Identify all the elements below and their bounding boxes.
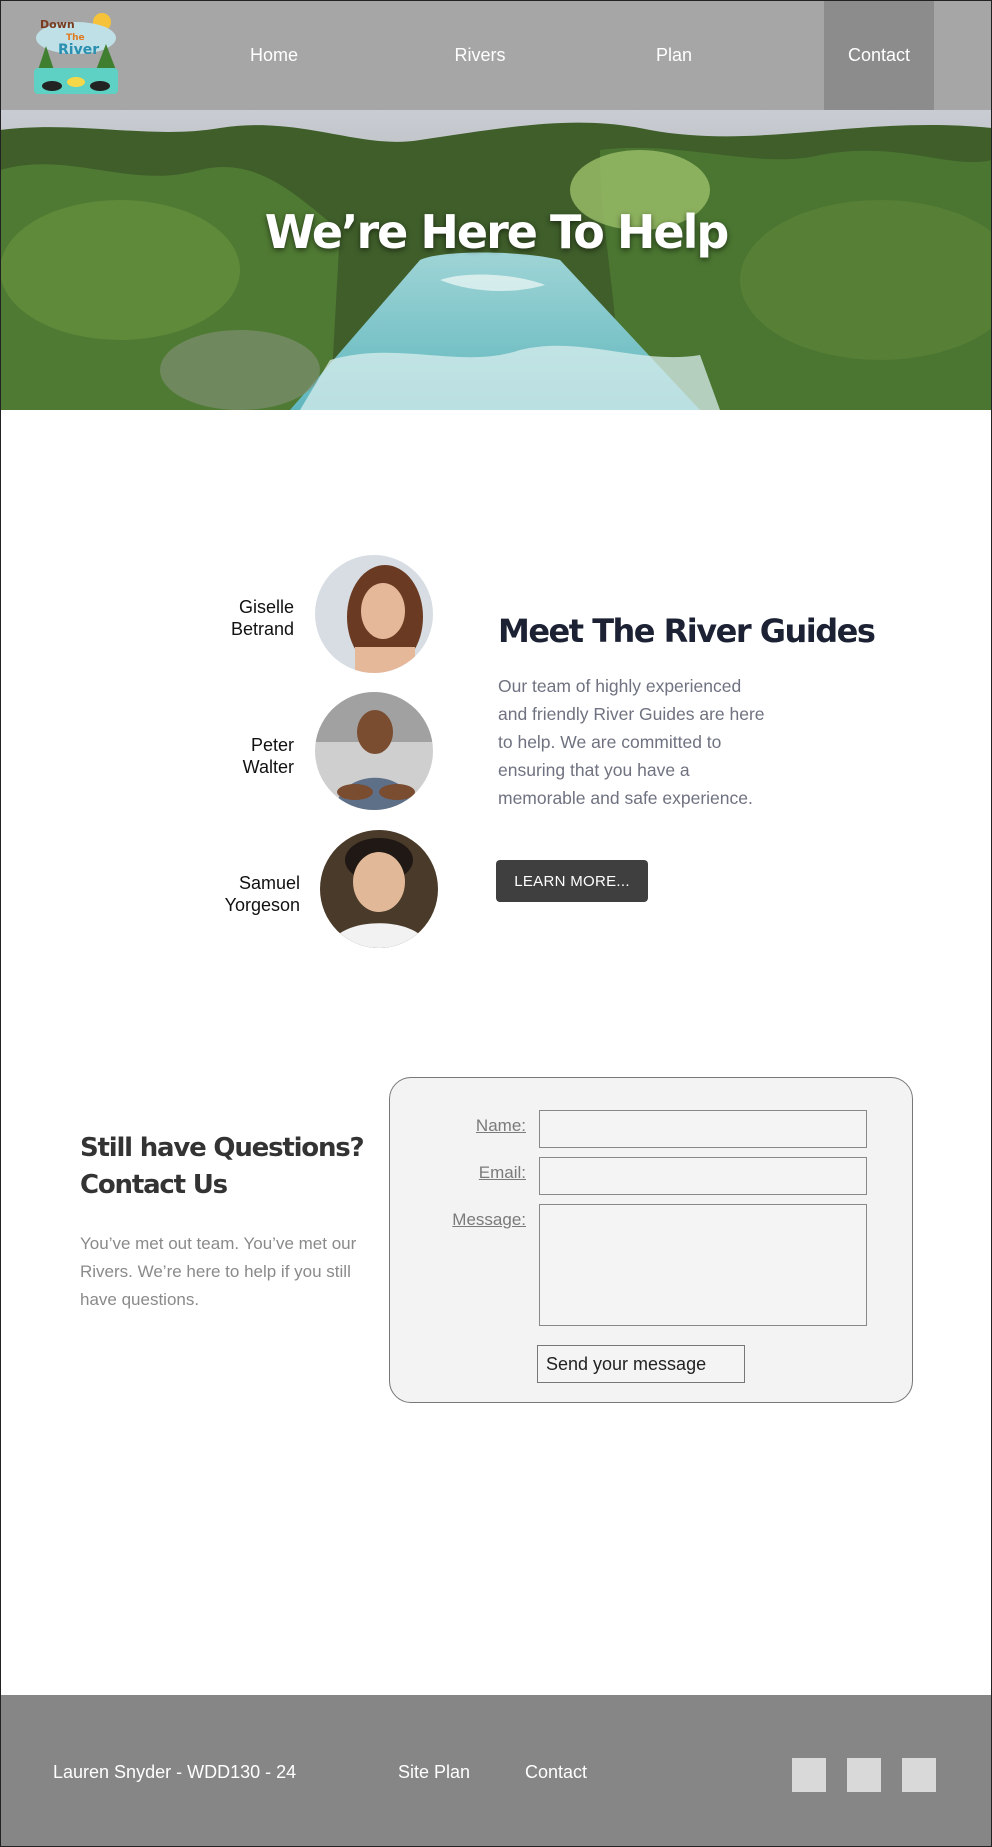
social-icon-1[interactable] xyxy=(792,1758,826,1792)
footer-link-site-plan[interactable]: Site Plan xyxy=(398,1762,470,1783)
logo-image: Down The River xyxy=(34,13,118,94)
guide-name-peter: Peter Walter xyxy=(160,734,294,778)
footer-link-contact[interactable]: Contact xyxy=(525,1762,587,1783)
contact-description: You’ve met out team. You’ve met our Rive… xyxy=(80,1234,357,1309)
avatar-giselle xyxy=(315,555,433,673)
guide-first-name: Peter xyxy=(250,735,294,755)
contact-title-line1: Still have Questions? xyxy=(80,1133,365,1163)
guide-last-name: Walter xyxy=(242,757,294,777)
avatar-peter xyxy=(315,692,433,810)
hero-title: We’re Here To Help xyxy=(264,205,730,259)
social-icon-3[interactable] xyxy=(902,1758,936,1792)
guide-last-name: Betrand xyxy=(230,619,294,639)
site-logo[interactable]: Down The River xyxy=(30,8,122,98)
svg-text:Down: Down xyxy=(40,18,75,31)
svg-text:River: River xyxy=(58,42,99,58)
site-header: Down The River Home Rivers Plan Contact xyxy=(0,0,992,110)
contact-title: Still have Questions? Contact Us xyxy=(80,1130,380,1204)
guide-first-name: Samuel xyxy=(238,873,300,893)
guide-last-name: Yorgeson xyxy=(224,895,300,915)
nav-contact[interactable]: Contact xyxy=(824,0,934,110)
guides-description: Our team of highly experienced and frien… xyxy=(498,676,765,808)
hero-banner: We’re Here To Help xyxy=(0,110,992,410)
nav-home[interactable]: Home xyxy=(232,0,316,110)
message-label: Message: xyxy=(452,1210,526,1229)
email-input[interactable] xyxy=(539,1157,867,1195)
footer-credit: Lauren Snyder - WDD130 - 24 xyxy=(53,1762,297,1782)
guide-first-name: Giselle xyxy=(238,597,294,617)
send-message-button[interactable]: Send your message xyxy=(537,1345,745,1383)
nav-rivers[interactable]: Rivers xyxy=(438,0,522,110)
name-input[interactable] xyxy=(539,1110,867,1148)
name-label: Name: xyxy=(475,1116,526,1135)
guides-title: Meet The River Guides xyxy=(498,612,876,650)
avatar-samuel xyxy=(320,830,438,948)
contact-title-line2: Contact Us xyxy=(80,1170,228,1200)
guide-name-giselle: Giselle Betrand xyxy=(160,596,294,640)
social-icon-2[interactable] xyxy=(847,1758,881,1792)
nav-plan[interactable]: Plan xyxy=(632,0,716,110)
learn-more-button[interactable]: LEARN MORE... xyxy=(496,860,648,902)
message-textarea[interactable] xyxy=(539,1204,867,1326)
email-label: Email: xyxy=(478,1163,526,1182)
guide-name-samuel: Samuel Yorgeson xyxy=(166,872,300,916)
hero-river-image xyxy=(0,110,992,410)
